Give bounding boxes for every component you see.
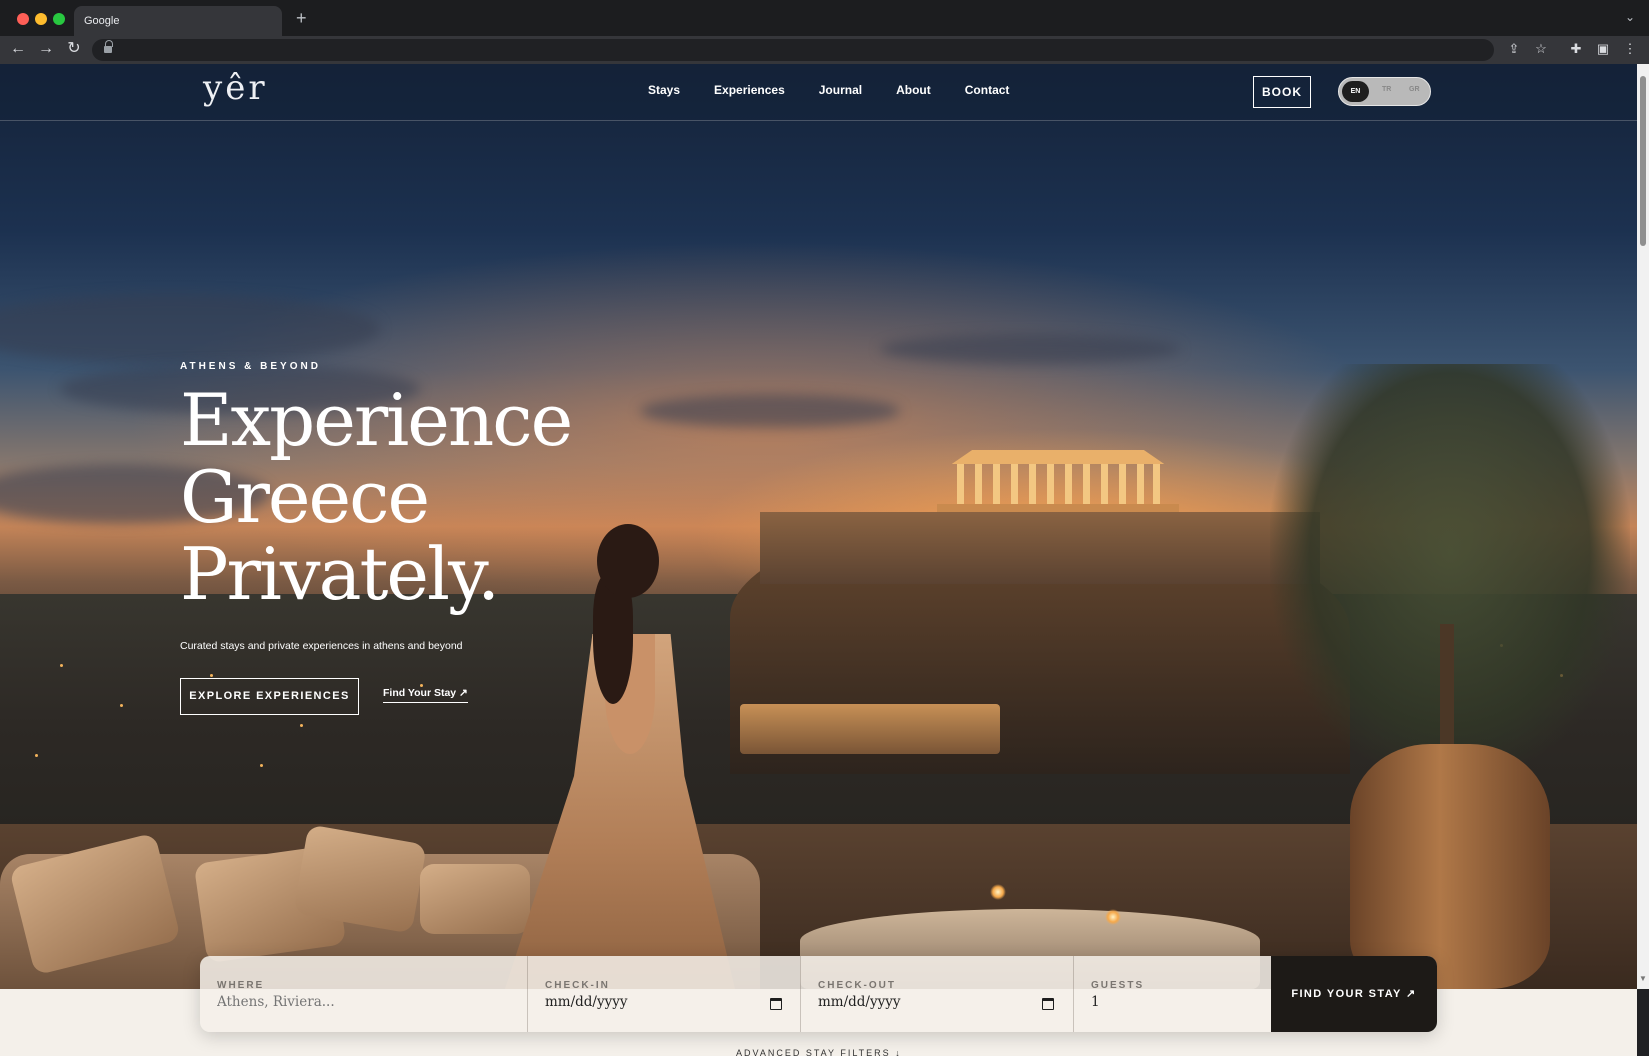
- hero-headline: Experience Greece Privately.: [180, 378, 573, 616]
- browser-tab-title: Google: [84, 15, 120, 27]
- checkin-input[interactable]: mm/dd/yyyy: [545, 994, 805, 1010]
- guests-label: GUESTS: [1091, 980, 1145, 991]
- where-field[interactable]: WHERE: [200, 956, 527, 1032]
- lock-icon: [104, 40, 113, 54]
- site-header: yêr Stays Experiences Journal About Cont…: [0, 64, 1637, 121]
- tab-list-chevron-icon[interactable]: ⌄: [1625, 10, 1635, 24]
- where-label: WHERE: [217, 980, 265, 991]
- city-light: [35, 754, 38, 757]
- sidebar-icon[interactable]: ▣: [1594, 40, 1612, 58]
- calendar-icon[interactable]: [1042, 998, 1054, 1010]
- page-scrollbar[interactable]: ▼: [1637, 64, 1649, 989]
- hero-background-photo: ATHENS & BEYOND Experience Greece Privat…: [0, 64, 1637, 989]
- reload-icon[interactable]: ↻: [65, 40, 83, 58]
- city-light: [210, 674, 213, 677]
- address-bar[interactable]: [92, 39, 1494, 61]
- more-icon[interactable]: ⋮: [1621, 40, 1639, 58]
- book-button[interactable]: BOOK: [1253, 76, 1311, 108]
- parthenon-column: [1029, 464, 1036, 506]
- language-option-tr[interactable]: TR: [1382, 86, 1391, 93]
- advanced-stay-filters-link[interactable]: ADVANCED STAY FILTERS ↓: [736, 1048, 902, 1056]
- olive-tree-trunk: [1440, 624, 1454, 764]
- checkout-field[interactable]: CHECK-OUT mm/dd/yyyy: [800, 956, 1073, 1032]
- ancient-theater: [740, 704, 1000, 754]
- terracotta-pot: [1350, 744, 1550, 989]
- hero-headline-line: Greece: [180, 455, 430, 539]
- candle-light: [990, 884, 1006, 900]
- share-icon[interactable]: ⇪: [1505, 40, 1523, 58]
- acropolis-wall: [760, 512, 1320, 584]
- maximize-window-button[interactable]: [53, 13, 65, 25]
- parthenon-roof: [951, 450, 1165, 464]
- city-light: [300, 724, 303, 727]
- browser-tab[interactable]: Google: [74, 6, 282, 36]
- parthenon-column: [1083, 464, 1090, 506]
- language-option-en[interactable]: EN: [1342, 81, 1369, 102]
- minimize-window-button[interactable]: [35, 13, 47, 25]
- page-viewport: ATHENS & BEYOND Experience Greece Privat…: [0, 64, 1649, 1056]
- nav-item-stays[interactable]: Stays: [648, 83, 680, 97]
- forward-arrow-icon[interactable]: →: [37, 40, 55, 58]
- find-your-stay-link[interactable]: Find Your Stay ↗: [383, 687, 468, 703]
- parthenon: [937, 450, 1179, 512]
- stay-search-panel: WHERE CHECK-IN mm/dd/yyyy CHECK-OUT mm/d…: [200, 956, 1437, 1032]
- cloud: [880, 334, 1180, 364]
- language-option-gr[interactable]: GR: [1409, 86, 1420, 93]
- hero-eyebrow: ATHENS & BEYOND: [180, 361, 321, 372]
- candle-light: [1105, 909, 1121, 925]
- city-light: [260, 764, 263, 767]
- calendar-icon[interactable]: [770, 998, 782, 1010]
- scrollbar-thumb[interactable]: [1640, 76, 1646, 246]
- cloud: [0, 294, 380, 364]
- browser-tab-bar: Google + ⌄: [0, 0, 1649, 36]
- nav-item-about[interactable]: About: [896, 83, 931, 97]
- parthenon-column: [1011, 464, 1018, 506]
- star-icon[interactable]: ☆: [1532, 40, 1550, 58]
- city-light: [60, 664, 63, 667]
- checkout-label: CHECK-OUT: [818, 980, 896, 991]
- language-switcher[interactable]: EN TR GR: [1338, 77, 1431, 106]
- checkout-input[interactable]: mm/dd/yyyy: [818, 994, 1078, 1010]
- woman-head: [597, 524, 659, 598]
- nav-item-experiences[interactable]: Experiences: [714, 83, 785, 97]
- nav-item-contact[interactable]: Contact: [965, 83, 1010, 97]
- parthenon-column: [975, 464, 982, 506]
- parthenon-column: [1153, 464, 1160, 506]
- extensions-icon[interactable]: ✚: [1567, 40, 1585, 58]
- close-window-button[interactable]: [17, 13, 29, 25]
- city-light: [120, 704, 123, 707]
- find-your-stay-button[interactable]: FIND YOUR STAY ↗: [1271, 956, 1437, 1032]
- parthenon-column: [993, 464, 1000, 506]
- parthenon-base: [937, 504, 1179, 512]
- browser-toolbar: ← → ↻ ⇪ ☆ ✚ ▣ ⋮: [0, 36, 1649, 64]
- hero-headline-line: Privately.: [180, 532, 500, 616]
- new-tab-button[interactable]: +: [296, 8, 307, 28]
- main-nav: Stays Experiences Journal About Contact: [648, 83, 1043, 97]
- parthenon-column: [1047, 464, 1054, 506]
- checkin-field[interactable]: CHECK-IN mm/dd/yyyy: [527, 956, 800, 1032]
- parthenon-column: [1137, 464, 1144, 506]
- hero-subtitle: Curated stays and private experiences in…: [180, 640, 463, 652]
- site-logo[interactable]: yêr: [203, 68, 268, 108]
- nav-item-journal[interactable]: Journal: [819, 83, 862, 97]
- hero-headline-line: Experience: [180, 378, 573, 462]
- guests-field[interactable]: GUESTS 1: [1073, 956, 1271, 1032]
- back-arrow-icon[interactable]: ←: [9, 40, 27, 58]
- scroll-down-arrow-icon[interactable]: ▼: [1639, 974, 1647, 983]
- parthenon-column: [1065, 464, 1072, 506]
- parthenon-column: [1101, 464, 1108, 506]
- parthenon-column: [957, 464, 964, 506]
- parthenon-column: [1119, 464, 1126, 506]
- where-input[interactable]: [217, 994, 477, 1010]
- checkin-label: CHECK-IN: [545, 980, 610, 991]
- cloud: [640, 394, 900, 428]
- explore-experiences-button[interactable]: EXPLORE EXPERIENCES: [180, 678, 359, 715]
